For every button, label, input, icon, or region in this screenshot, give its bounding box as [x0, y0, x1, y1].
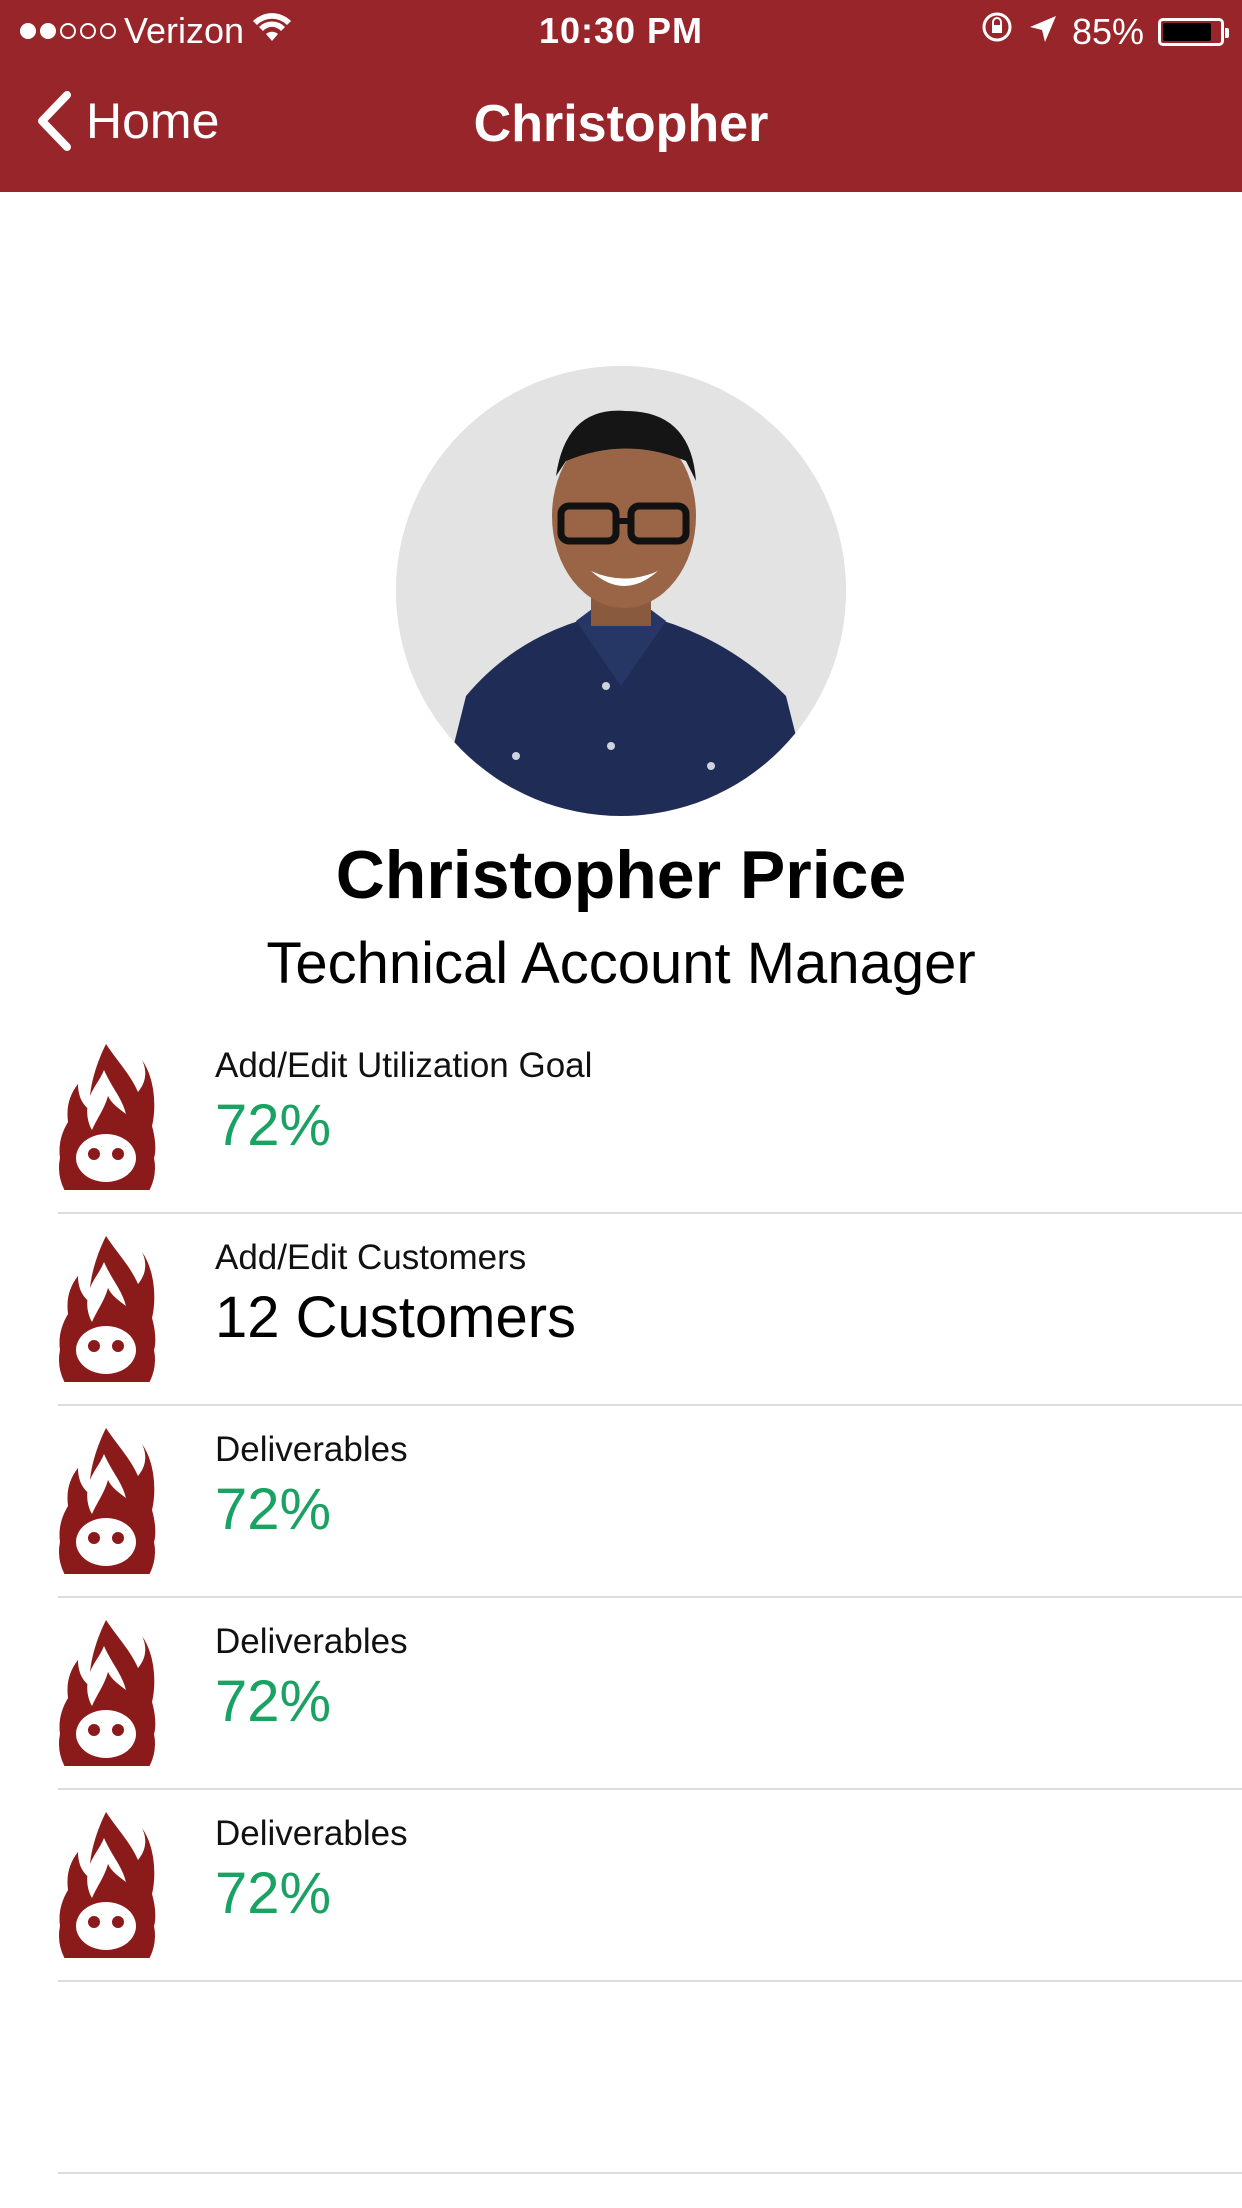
list-item-value: 72% — [215, 1477, 332, 1542]
list-item-value: 12 Customers — [215, 1285, 577, 1350]
flame-logo-icon — [59, 1428, 156, 1574]
orientation-lock-icon — [980, 10, 1014, 53]
list-item-deliverables[interactable]: Deliverables 72% — [0, 1790, 1242, 1982]
list-item-label: Add/Edit Utilization Goal — [215, 1046, 593, 1085]
flame-logo-icon — [59, 1044, 156, 1190]
list-item-value: 72% — [215, 1669, 332, 1734]
avatar — [396, 366, 846, 816]
battery-icon — [1158, 17, 1229, 46]
status-right: 85% — [980, 10, 1229, 53]
list-item-label: Add/Edit Customers — [215, 1238, 527, 1277]
divider — [58, 1980, 1242, 1982]
location-arrow-icon — [1028, 11, 1058, 53]
list-item-value: 72% — [215, 1093, 332, 1158]
flame-logo-icon — [59, 1236, 156, 1382]
top-bar: Verizon 10:30 PM 85% Home Christopher — [0, 0, 1242, 192]
profile-name: Christopher Price — [335, 837, 907, 913]
list-item-value: 72% — [215, 1861, 332, 1926]
list-item-deliverables[interactable]: Deliverables 72% — [0, 1406, 1242, 1598]
battery-percent: 85% — [1071, 10, 1144, 52]
list-item-deliverables[interactable]: Deliverables 72% — [0, 1598, 1242, 1790]
navigation-bar: Home Christopher — [0, 70, 1242, 182]
list-item-customers[interactable]: Add/Edit Customers 12 Customers — [0, 1214, 1242, 1406]
status-bar: Verizon 10:30 PM 85% — [0, 0, 1242, 60]
page-title: Christopher — [473, 95, 769, 153]
list-item-utilization-goal[interactable]: Add/Edit Utilization Goal 72% — [0, 1022, 1242, 1214]
list-item-label: Deliverables — [215, 1430, 408, 1469]
divider — [58, 2172, 1242, 2174]
profile-role: Technical Account Manager — [266, 931, 976, 996]
list-item-label: Deliverables — [215, 1814, 408, 1853]
flame-logo-icon — [59, 1812, 156, 1958]
metrics-list: Add/Edit Utilization Goal 72% Add/Edit C… — [0, 1022, 1242, 1982]
flame-logo-icon — [59, 1620, 156, 1766]
battery-fill — [1163, 22, 1211, 41]
list-item-label: Deliverables — [215, 1622, 408, 1661]
